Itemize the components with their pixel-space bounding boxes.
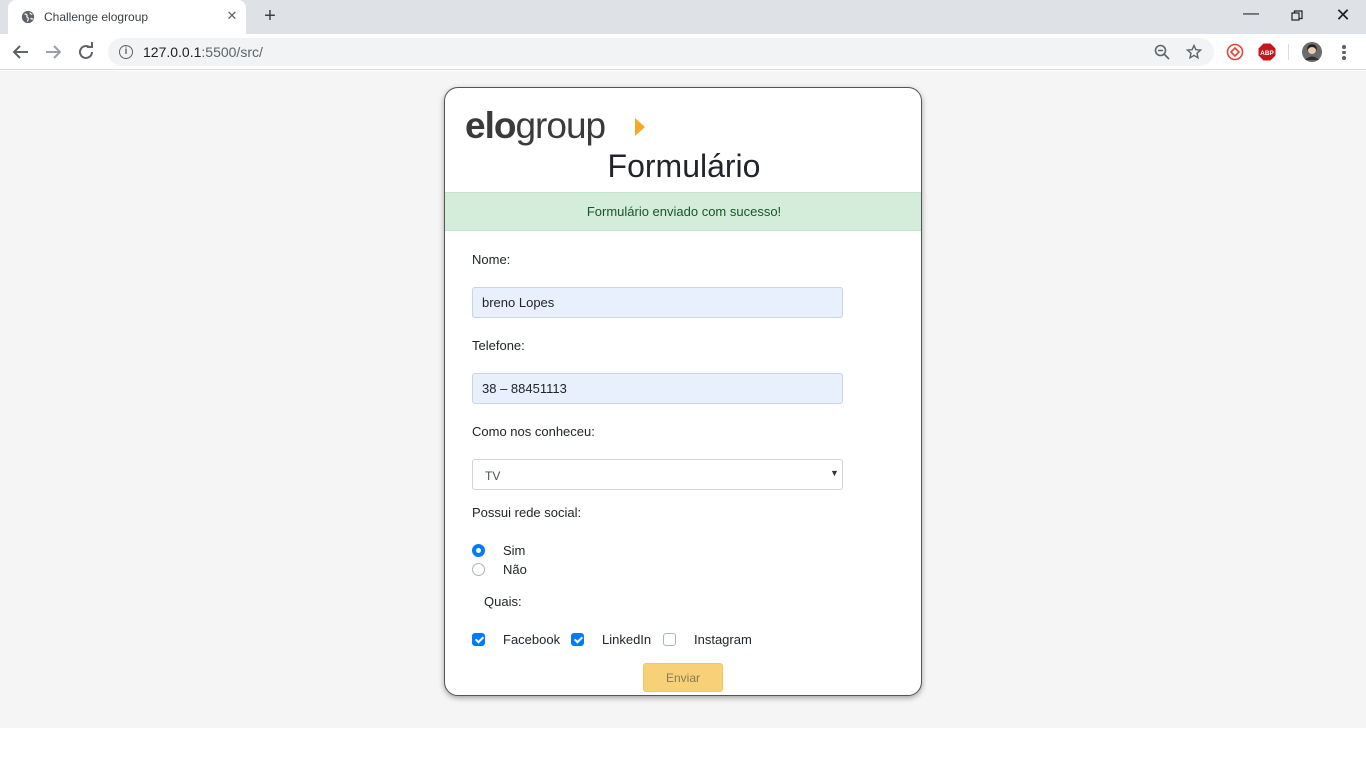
facebook-label[interactable]: Facebook bbox=[503, 632, 560, 647]
logo-arrow-icon bbox=[635, 118, 645, 136]
phone-input[interactable] bbox=[472, 373, 843, 404]
page-bottom-area bbox=[0, 728, 1366, 768]
source-label: Como nos conheceu: bbox=[472, 424, 595, 439]
social-no-radio[interactable] bbox=[472, 563, 485, 576]
submit-button[interactable]: Enviar bbox=[643, 663, 723, 692]
kebab-menu-icon[interactable] bbox=[1336, 43, 1352, 61]
adblock-icon[interactable]: ABP bbox=[1258, 43, 1276, 61]
phone-label: Telefone: bbox=[472, 338, 525, 353]
browser-toolbar: i 127.0.0.1:5500/src/ ABP bbox=[0, 34, 1366, 70]
restore-icon bbox=[1291, 10, 1303, 21]
chevron-down-icon: ▼ bbox=[830, 468, 839, 478]
url-host: 127.0.0.1 bbox=[143, 44, 202, 60]
social-yes-radio[interactable] bbox=[472, 544, 485, 557]
name-input[interactable] bbox=[472, 287, 843, 318]
social-label: Possui rede social: bbox=[472, 505, 582, 520]
avatar[interactable] bbox=[1302, 42, 1322, 62]
browser-tab[interactable]: Challenge elogroup ✕ bbox=[8, 0, 246, 34]
star-icon[interactable] bbox=[1186, 44, 1202, 60]
arrow-right-icon[interactable] bbox=[42, 41, 64, 63]
close-window-button[interactable]: ✕ bbox=[1320, 0, 1366, 32]
social-no-label[interactable]: Não bbox=[503, 562, 527, 577]
success-alert: Formulário enviado com sucesso! bbox=[445, 192, 921, 231]
page-title: Formulário bbox=[607, 148, 761, 184]
source-select-value: TV bbox=[485, 469, 501, 483]
name-label: Nome: bbox=[472, 252, 511, 267]
social-yes-label[interactable]: Sim bbox=[503, 543, 525, 558]
source-select[interactable]: TV ▼ bbox=[472, 459, 843, 490]
arrow-left-icon[interactable] bbox=[10, 41, 32, 63]
zoom-out-icon[interactable] bbox=[1154, 44, 1170, 60]
elogroup-logo: elogroup bbox=[465, 105, 645, 146]
tab-title: Challenge elogroup bbox=[44, 10, 149, 24]
logo-wordmark: elogroup bbox=[465, 105, 606, 146]
toolbar-divider bbox=[1288, 44, 1289, 60]
svg-text:ABP: ABP bbox=[1260, 50, 1274, 57]
tab-close-icon[interactable]: ✕ bbox=[224, 8, 240, 24]
page-viewport: elogroup Formulário Formulário enviado c… bbox=[0, 71, 1366, 728]
address-bar[interactable]: i 127.0.0.1:5500/src/ bbox=[108, 38, 1214, 66]
globe-icon bbox=[21, 10, 35, 24]
minimize-window-button[interactable]: — bbox=[1228, 0, 1274, 32]
form-card: elogroup Formulário Formulário enviado c… bbox=[444, 87, 922, 696]
instagram-label[interactable]: Instagram bbox=[694, 632, 752, 647]
url-path: :5500/src/ bbox=[201, 44, 263, 60]
facebook-checkbox[interactable] bbox=[472, 633, 485, 646]
logo-elo: elo bbox=[465, 105, 516, 146]
url-text: 127.0.0.1:5500/src/ bbox=[143, 44, 263, 60]
networks-label: Quais: bbox=[484, 594, 522, 609]
restore-window-button[interactable] bbox=[1274, 0, 1320, 32]
extension-swirl-icon[interactable] bbox=[1226, 43, 1244, 61]
linkedin-label[interactable]: LinkedIn bbox=[602, 632, 651, 647]
new-tab-button[interactable]: + bbox=[260, 6, 280, 26]
logo-group: group bbox=[515, 105, 606, 146]
info-icon[interactable]: i bbox=[119, 45, 133, 59]
instagram-checkbox[interactable] bbox=[663, 633, 676, 646]
reload-icon[interactable] bbox=[75, 41, 97, 63]
browser-tab-bar: Challenge elogroup ✕ + — ✕ bbox=[0, 0, 1366, 34]
linkedin-checkbox[interactable] bbox=[571, 633, 584, 646]
